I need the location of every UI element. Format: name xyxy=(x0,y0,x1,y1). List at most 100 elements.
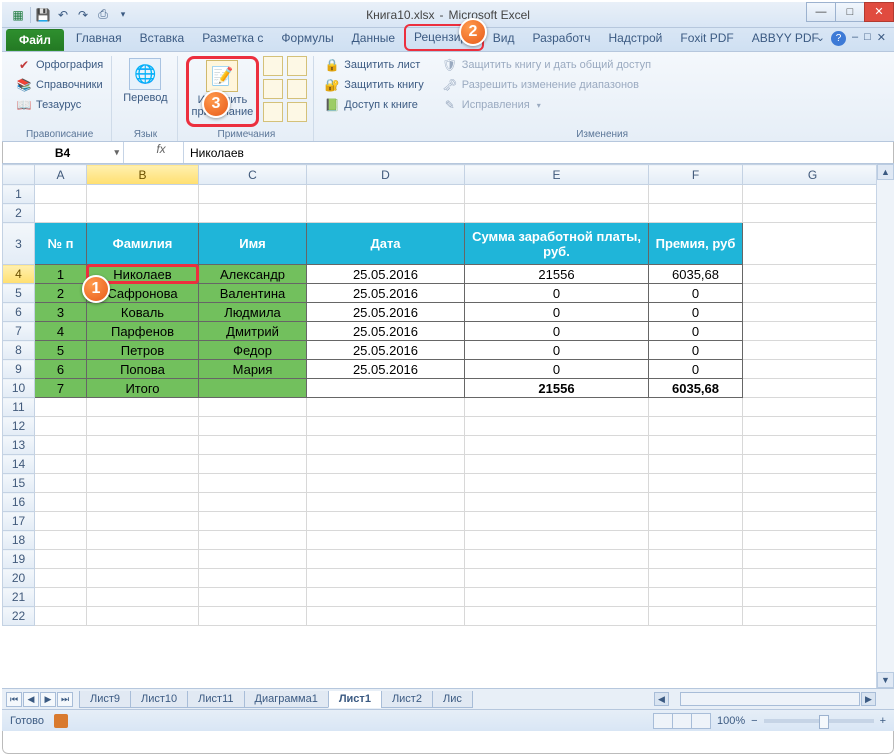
doc-close-icon[interactable]: ✕ xyxy=(877,31,886,46)
tab-home[interactable]: Главная xyxy=(67,26,131,51)
horizontal-scrollbar[interactable]: ◀ ▶ xyxy=(654,692,876,706)
col-header[interactable]: B xyxy=(87,165,199,185)
row-header[interactable]: 7 xyxy=(3,322,35,341)
tab-developer[interactable]: Разработч xyxy=(523,26,599,51)
col-header[interactable]: D xyxy=(307,165,465,185)
maximize-button[interactable]: □ xyxy=(835,2,865,22)
macro-record-icon[interactable] xyxy=(54,714,68,728)
formula-input[interactable]: Николаев xyxy=(184,146,894,160)
tab-formulas[interactable]: Формулы xyxy=(272,26,342,51)
row-header[interactable]: 8 xyxy=(3,341,35,360)
minimize-button[interactable]: — xyxy=(806,2,836,22)
tab-data[interactable]: Данные xyxy=(343,26,404,51)
tab-addins[interactable]: Надстрой xyxy=(600,26,672,51)
research-icon: 📚 xyxy=(16,77,32,93)
doc-min-icon[interactable]: – xyxy=(852,31,858,46)
show-ink-button[interactable] xyxy=(287,102,307,122)
sheet-last-icon[interactable]: ⏭ xyxy=(57,692,73,707)
save-icon[interactable]: 💾 xyxy=(35,7,51,23)
tab-view[interactable]: Вид xyxy=(484,26,524,51)
tab-foxit[interactable]: Foxit PDF xyxy=(671,26,742,51)
delete-comment-button[interactable] xyxy=(263,56,283,76)
view-mode-buttons[interactable] xyxy=(654,713,711,729)
row-header[interactable]: 1 xyxy=(3,185,35,204)
row-header[interactable]: 2 xyxy=(3,204,35,223)
track-changes-button[interactable]: ✎Исправления▾ xyxy=(440,96,653,114)
row-header[interactable]: 18 xyxy=(3,531,35,550)
scroll-down-button[interactable]: ▼ xyxy=(877,672,894,688)
row-header[interactable]: 19 xyxy=(3,550,35,569)
spelling-button[interactable]: ✔Орфография xyxy=(14,56,105,74)
sheet-next-icon[interactable]: ▶ xyxy=(40,692,56,707)
help-icon[interactable]: ? xyxy=(831,31,846,46)
hscroll-left-icon[interactable]: ◀ xyxy=(654,692,669,706)
row-header[interactable]: 6 xyxy=(3,303,35,322)
row-header[interactable]: 15 xyxy=(3,474,35,493)
vertical-scrollbar[interactable]: ▲ ▼ xyxy=(876,164,894,688)
doc-max-icon[interactable]: □ xyxy=(864,31,871,46)
next-comment-button[interactable] xyxy=(263,102,283,122)
sheet-tab-bar: ⏮ ◀ ▶ ⏭ Лист9Лист10Лист11Диаграмма1Лист1… xyxy=(2,688,894,709)
col-header[interactable]: E xyxy=(465,165,649,185)
redo-icon[interactable]: ↷ xyxy=(75,7,91,23)
row-header[interactable]: 3 xyxy=(3,223,35,265)
show-all-comments-button[interactable] xyxy=(287,79,307,99)
undo-icon[interactable]: ↶ xyxy=(55,7,71,23)
namebox-dropdown-icon[interactable]: ▾ xyxy=(114,147,119,158)
row-header[interactable]: 9 xyxy=(3,360,35,379)
ribbon-tabs: Файл Главная Вставка Разметка с Формулы … xyxy=(2,28,894,52)
table-header: Премия, руб xyxy=(649,223,743,265)
name-box[interactable]: B4▾ xyxy=(2,142,124,163)
col-header[interactable]: F xyxy=(649,165,743,185)
row-header[interactable]: 10 xyxy=(3,379,35,398)
row-header[interactable]: 20 xyxy=(3,569,35,588)
row-header[interactable]: 11 xyxy=(3,398,35,417)
row-header[interactable]: 14 xyxy=(3,455,35,474)
worksheet-grid[interactable]: ABCDEFG123№ пФамилияИмяДатаСумма заработ… xyxy=(2,164,894,688)
row-header[interactable]: 5 xyxy=(3,284,35,303)
sheet-tab[interactable]: Лис xyxy=(432,691,473,708)
sheet-tab[interactable]: Лист9 xyxy=(79,691,131,708)
sheet-tab[interactable]: Лист11 xyxy=(187,691,244,708)
thesaurus-button[interactable]: 📖Тезаурус xyxy=(14,96,105,114)
sheet-tab[interactable]: Диаграмма1 xyxy=(244,691,329,708)
col-header[interactable]: G xyxy=(743,165,883,185)
sheet-tab[interactable]: Лист2 xyxy=(381,691,433,708)
allow-ranges-button[interactable]: 🗝Разрешить изменение диапазонов xyxy=(440,76,653,94)
protect-share-button[interactable]: 🛡Защитить книгу и дать общий доступ xyxy=(440,56,653,74)
tab-layout[interactable]: Разметка с xyxy=(193,26,272,51)
protect-sheet-button[interactable]: 🔒Защитить лист xyxy=(322,56,426,74)
sheet-nav[interactable]: ⏮ ◀ ▶ ⏭ xyxy=(6,692,73,707)
sheet-tab[interactable]: Лист10 xyxy=(130,691,188,708)
row-header[interactable]: 22 xyxy=(3,607,35,626)
show-comment-button[interactable] xyxy=(287,56,307,76)
print-icon[interactable]: ⎙ xyxy=(95,7,111,23)
fx-icon[interactable]: fx xyxy=(145,142,177,163)
close-button[interactable]: ✕ xyxy=(864,2,894,22)
row-header[interactable]: 13 xyxy=(3,436,35,455)
share-book-button[interactable]: 📗Доступ к книге xyxy=(322,96,426,114)
col-header[interactable]: A xyxy=(35,165,87,185)
col-header[interactable]: C xyxy=(199,165,307,185)
row-header[interactable]: 16 xyxy=(3,493,35,512)
row-header[interactable]: 4 xyxy=(3,265,35,284)
translate-button[interactable]: 🌐 Перевод xyxy=(120,56,170,127)
zoom-out-button[interactable]: − xyxy=(751,715,757,727)
sheet-prev-icon[interactable]: ◀ xyxy=(23,692,39,707)
prev-comment-button[interactable] xyxy=(263,79,283,99)
tab-insert[interactable]: Вставка xyxy=(131,26,194,51)
qat-more-icon[interactable]: ▾ xyxy=(115,7,131,23)
row-header[interactable]: 21 xyxy=(3,588,35,607)
protect-book-button[interactable]: 🔐Защитить книгу xyxy=(322,76,426,94)
zoom-in-button[interactable]: + xyxy=(880,715,886,727)
zoom-slider[interactable] xyxy=(764,719,874,723)
sheet-tab[interactable]: Лист1 xyxy=(328,691,382,708)
sheet-first-icon[interactable]: ⏮ xyxy=(6,692,22,707)
row-header[interactable]: 12 xyxy=(3,417,35,436)
hscroll-right-icon[interactable]: ▶ xyxy=(861,692,876,706)
tab-file[interactable]: Файл xyxy=(6,29,64,51)
minimize-ribbon-icon[interactable]: ⌄ xyxy=(816,31,825,46)
scroll-up-button[interactable]: ▲ xyxy=(877,164,894,180)
research-button[interactable]: 📚Справочники xyxy=(14,76,105,94)
row-header[interactable]: 17 xyxy=(3,512,35,531)
